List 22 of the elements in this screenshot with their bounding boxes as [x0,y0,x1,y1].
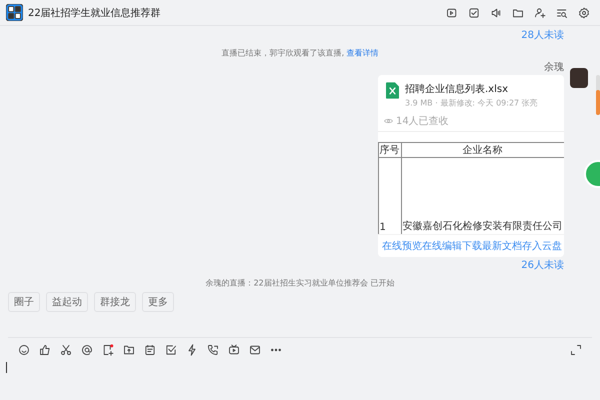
file-action-link[interactable]: 在线编辑 [422,239,462,253]
system-notice: 直播已结束，郭宇欣观看了该直播, 查看详情 [221,48,379,59]
sender-name: 余瑰 [544,61,564,74]
quick-action-chip[interactable]: 圈子 [8,292,40,312]
file-meta: 3.9 MB · 最新修改: 今天 09:27 张亮 [405,98,539,109]
document-preview[interactable]: 序号 企业名称 1 安徽嘉创石化检修安装有限责任公司 [378,132,564,234]
preview-header-cell: 企业名称 [401,142,564,158]
unread-count[interactable]: 28人未读 [521,28,564,42]
file-card[interactable]: 招聘企业信息列表.xlsx 3.9 MB · 最新修改: 今天 09:27 张亮 14人已查收 序号 企业名称 1 安徽嘉创石化检修安装有限责任公司 在线预览在线编辑下载最新文档存入云盘 [378,75,564,257]
quick-action-chip[interactable]: 群接龙 [94,292,136,312]
file-action-link[interactable]: 在线预览 [382,239,422,253]
window-title: 22届社招学生就业信息推荐群 [28,6,161,20]
unread-count[interactable]: 26人未读 [521,258,564,272]
quick-action-chip[interactable]: 益起动 [46,292,88,312]
received-count: 14人已查收 [396,114,449,128]
file-action-link[interactable]: 下载最新文档 [462,239,522,253]
system-notice: 余瑰的直播：22届社招生实习就业单位推荐会 已开始 [206,278,394,289]
quick-action-chip[interactable]: 更多 [142,292,174,312]
preview-cell: 1 [378,158,401,234]
preview-header-cell: 序号 [378,142,401,158]
file-action-link[interactable]: 存入云盘 [522,239,562,253]
details-link[interactable]: 查看详情 [346,49,379,58]
